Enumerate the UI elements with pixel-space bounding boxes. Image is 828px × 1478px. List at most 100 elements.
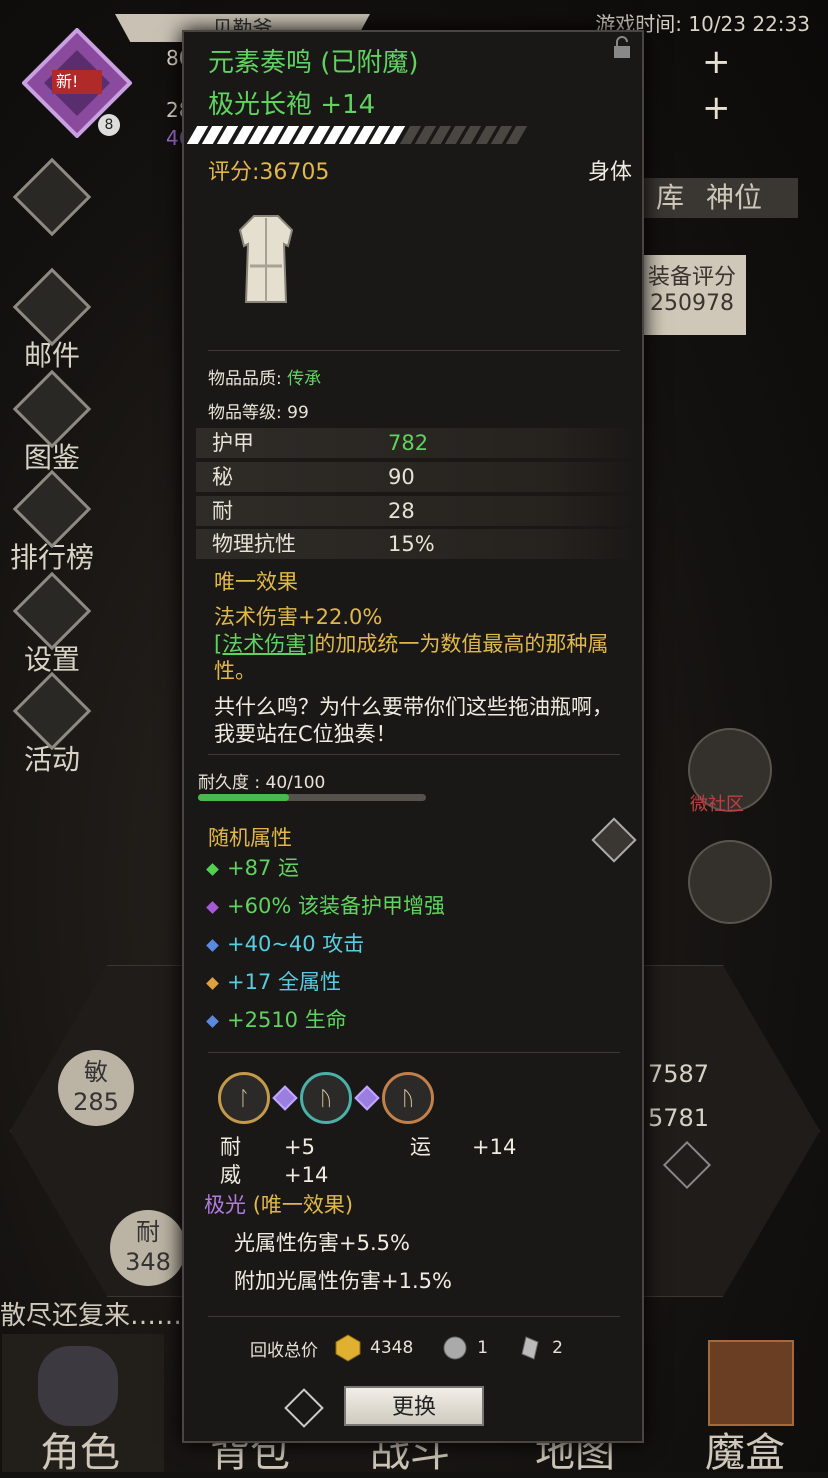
random-attr-title: 随机属性	[208, 826, 292, 850]
unique-effect-desc: 法术伤害+22.0% [法术伤害]的加成统一为数值最高的那种属性。	[214, 604, 624, 685]
stat-key: 秘	[212, 465, 233, 489]
add-gold-button[interactable]: +	[702, 45, 731, 79]
recycle-row: 回收总价 4348 1 2	[250, 1334, 563, 1362]
share-icon[interactable]	[284, 1388, 324, 1428]
stat-agility: 敏 285	[58, 1050, 134, 1126]
robe-icon	[226, 210, 306, 310]
recycle-b: 2	[552, 1338, 563, 1358]
sidebar-item-settings[interactable]: 设置	[8, 571, 96, 678]
sidebar-item-codex[interactable]: 图鉴	[8, 369, 96, 476]
random-attr-3: +40~40 攻击	[206, 928, 365, 958]
random-attr-5: +2510 生命	[206, 1004, 347, 1034]
nav-magic-box[interactable]: 魔盒	[705, 1420, 785, 1478]
gold-crystal-icon	[334, 1334, 362, 1362]
rune-bonus-3-key: 威	[220, 1163, 241, 1187]
recycle-a: 1	[477, 1338, 489, 1358]
gem-icon	[206, 976, 219, 990]
magic-box-icon	[708, 1340, 794, 1426]
add-gem-button[interactable]: +	[702, 91, 731, 125]
random-attr-text: +40~40 攻击	[227, 932, 365, 956]
stat-row-stamina: 耐 28	[196, 496, 636, 526]
lock-icon[interactable]	[610, 36, 634, 60]
set-name: 极光	[204, 1193, 246, 1217]
rune-icon[interactable]: ᚢ	[300, 1072, 352, 1124]
random-attr-4: +17 全属性	[206, 966, 341, 996]
rune-bonus-1-key: 耐	[220, 1135, 241, 1159]
new-badge[interactable]: 新! 8	[21, 27, 133, 139]
stat-value: 782	[388, 431, 429, 455]
stat-row-arcane: 秘 90	[196, 462, 636, 492]
stat-key: 护甲	[212, 431, 254, 455]
info-icon[interactable]	[591, 817, 637, 863]
stat-key: 物理抗性	[212, 532, 296, 556]
stat-key: 耐	[212, 499, 233, 523]
item-level: 物品等级: 99	[208, 403, 309, 423]
random-attr-1: +87 运	[206, 852, 299, 882]
tab-divine[interactable]: 神位	[694, 178, 798, 218]
random-attr-text: +87 运	[227, 856, 299, 880]
divider	[208, 754, 620, 755]
expand-menu-button[interactable]	[8, 157, 96, 237]
sidebar-item-events[interactable]: 活动	[8, 671, 96, 778]
recycle-gold: 4348	[370, 1338, 414, 1358]
set-effect-2: 附加光属性伤害+1.5%	[234, 1269, 452, 1293]
item-slot: 身体	[587, 160, 632, 185]
shard-icon	[516, 1334, 544, 1362]
item-tooltip: 元素奏鸣 (已附魔) 极光长袍 +14 评分:36705 身体 物品品质: 传承…	[182, 30, 644, 1443]
nav-role[interactable]: 角色	[40, 1420, 120, 1478]
gem-icon	[206, 862, 219, 876]
rune-bonus-2-val: +14	[472, 1135, 517, 1159]
spell-damage-link[interactable]: [法术伤害]	[214, 632, 314, 656]
durability-label: 耐久度 : 40/100	[198, 773, 326, 793]
durability-bar	[198, 794, 426, 801]
stat-label: 耐	[136, 1218, 160, 1246]
divider	[208, 1316, 620, 1317]
random-attr-2: +60% 该装备护甲增强	[206, 890, 445, 920]
rune-icon[interactable]: ᚢ	[382, 1072, 434, 1124]
rune-bonus-1-val: +5	[284, 1135, 315, 1159]
chevron-down-icon	[12, 157, 92, 237]
set-title: 极光 (唯一效果)	[204, 1192, 353, 1219]
rune-icon[interactable]: ᛚ	[218, 1072, 270, 1124]
replace-button[interactable]: 更换	[344, 1386, 484, 1426]
quality-label: 物品品质:	[208, 369, 282, 389]
set-suffix: (唯一效果)	[252, 1193, 354, 1217]
random-attr-text: +60% 该装备护甲增强	[227, 894, 445, 918]
stat-row-phys-resist: 物理抗性 15%	[196, 529, 636, 559]
equip-score-banner: 装备评分 250978	[638, 255, 746, 335]
stat-value: 28	[388, 499, 415, 523]
gem-icon	[206, 900, 219, 914]
stat-value: 90	[388, 465, 415, 489]
helmet-icon	[38, 1346, 118, 1426]
stat-value: 285	[73, 1088, 119, 1116]
emblem-button[interactable]	[688, 840, 772, 924]
community-button[interactable]: 微社区	[688, 728, 772, 815]
item-quality: 物品品质: 传承	[208, 364, 321, 389]
rune-link-icon	[354, 1085, 380, 1111]
gem-icon	[206, 1014, 219, 1028]
divider	[208, 350, 620, 351]
equip-score-label: 装备评分	[647, 265, 736, 290]
gem-icon	[206, 938, 219, 952]
enchant-title-text: 元素奏鸣 (已附魔)	[208, 48, 419, 78]
recycle-label: 回收总价	[250, 1340, 318, 1361]
badge-level: 8	[98, 114, 120, 136]
enhance-progress-stripe	[186, 126, 528, 144]
enchant-title: 元素奏鸣 (已附魔)	[208, 42, 419, 79]
rune-sockets: ᛚ ᚢ ᚢ	[218, 1072, 434, 1124]
tab-storage[interactable]: 库	[644, 178, 697, 218]
flavor-text: 共什么鸣？为什么要带你们这些拖油瓶啊，我要站在C位独奏！	[214, 695, 613, 746]
rune-link-icon	[272, 1085, 298, 1111]
stat-value: 15%	[388, 532, 435, 556]
scroll-hint-text: 散尽还复来……	[0, 1301, 183, 1331]
durability-fill	[198, 794, 290, 801]
rune-bonus-2-key: 运	[410, 1135, 431, 1159]
stat-label: 敏	[84, 1058, 108, 1086]
sidebar-item-ranking[interactable]: 排行榜	[8, 469, 96, 576]
right-stat-2: 5781	[648, 1104, 710, 1132]
unique-effect-title: 唯一效果	[214, 570, 298, 594]
essence-icon	[441, 1334, 469, 1362]
sidebar-item-mail[interactable]: 邮件	[8, 267, 96, 374]
item-name: 极光长袍 +14	[208, 90, 376, 120]
stat-stamina: 耐 348	[110, 1210, 186, 1286]
